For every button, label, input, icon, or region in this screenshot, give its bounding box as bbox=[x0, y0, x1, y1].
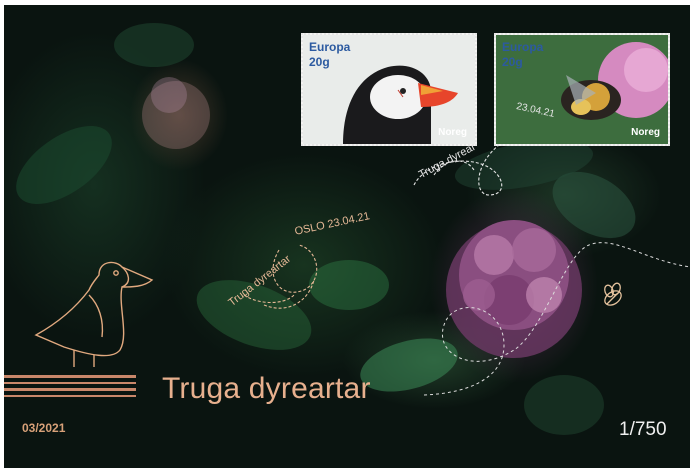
puffin-outline-logo bbox=[34, 261, 154, 367]
stamp-heading: Europa bbox=[502, 40, 544, 54]
clover-flower bbox=[446, 220, 582, 358]
stamp-value: 20g bbox=[309, 55, 330, 69]
stamp-value: 20g bbox=[502, 55, 523, 69]
bumblebee-stamp: Europa 20g Noreg bbox=[494, 33, 670, 146]
bee-icon bbox=[604, 282, 622, 306]
issue-number: 03/2021 bbox=[22, 421, 66, 435]
stamp-country: Noreg bbox=[438, 127, 467, 138]
copper-stripes bbox=[4, 375, 136, 401]
puffin-stamp: Europa 20g Noreg bbox=[301, 33, 477, 146]
stamp-heading: Europa bbox=[309, 40, 351, 54]
edition-number: 1/750 bbox=[619, 419, 667, 440]
cover-title: Truga dyreartar bbox=[162, 372, 371, 405]
stamp-country: Noreg bbox=[631, 127, 660, 138]
first-day-cover: Europa 20g Noreg Europa 20g Noreg 23.04.… bbox=[4, 5, 690, 468]
